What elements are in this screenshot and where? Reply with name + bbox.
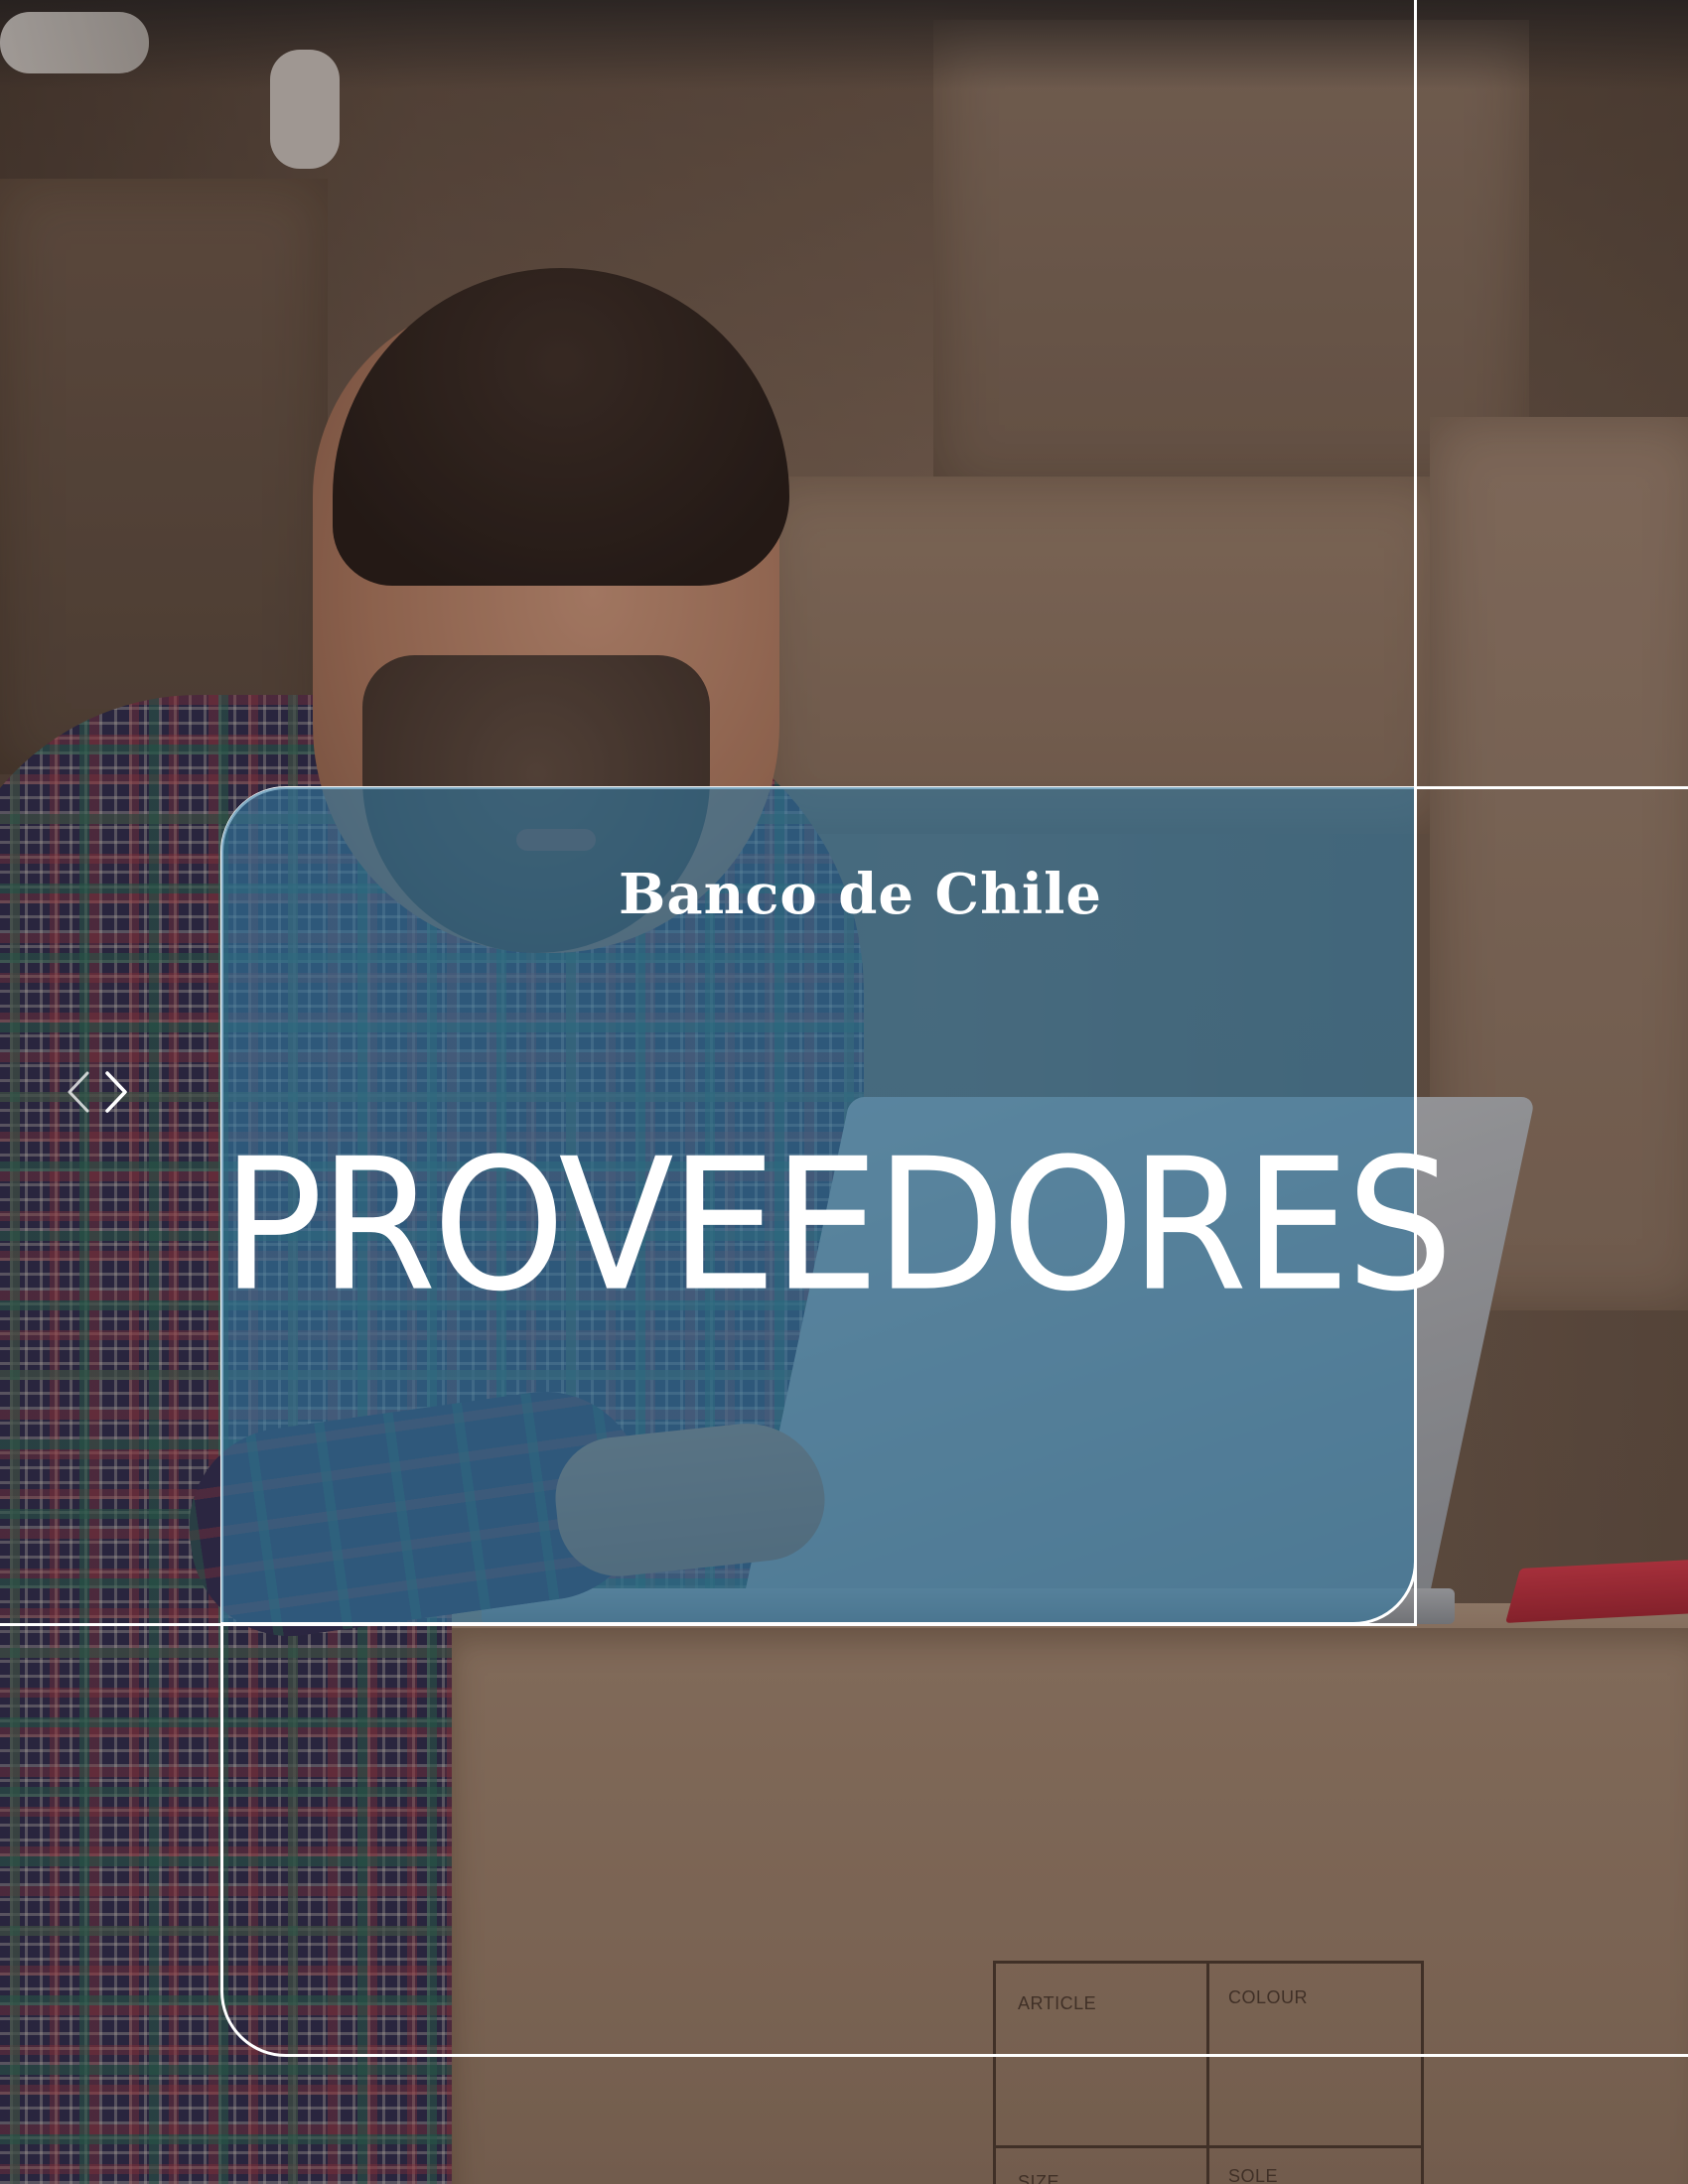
page-title: PROVEEDORES (221, 1120, 1454, 1332)
cover-page: ARTICLE COLOUR SIZE SOLE Banco de Chile … (0, 0, 1688, 2184)
chevron-left-right-icon (64, 1067, 133, 1117)
bank-logo: Banco de Chile (619, 862, 1103, 927)
